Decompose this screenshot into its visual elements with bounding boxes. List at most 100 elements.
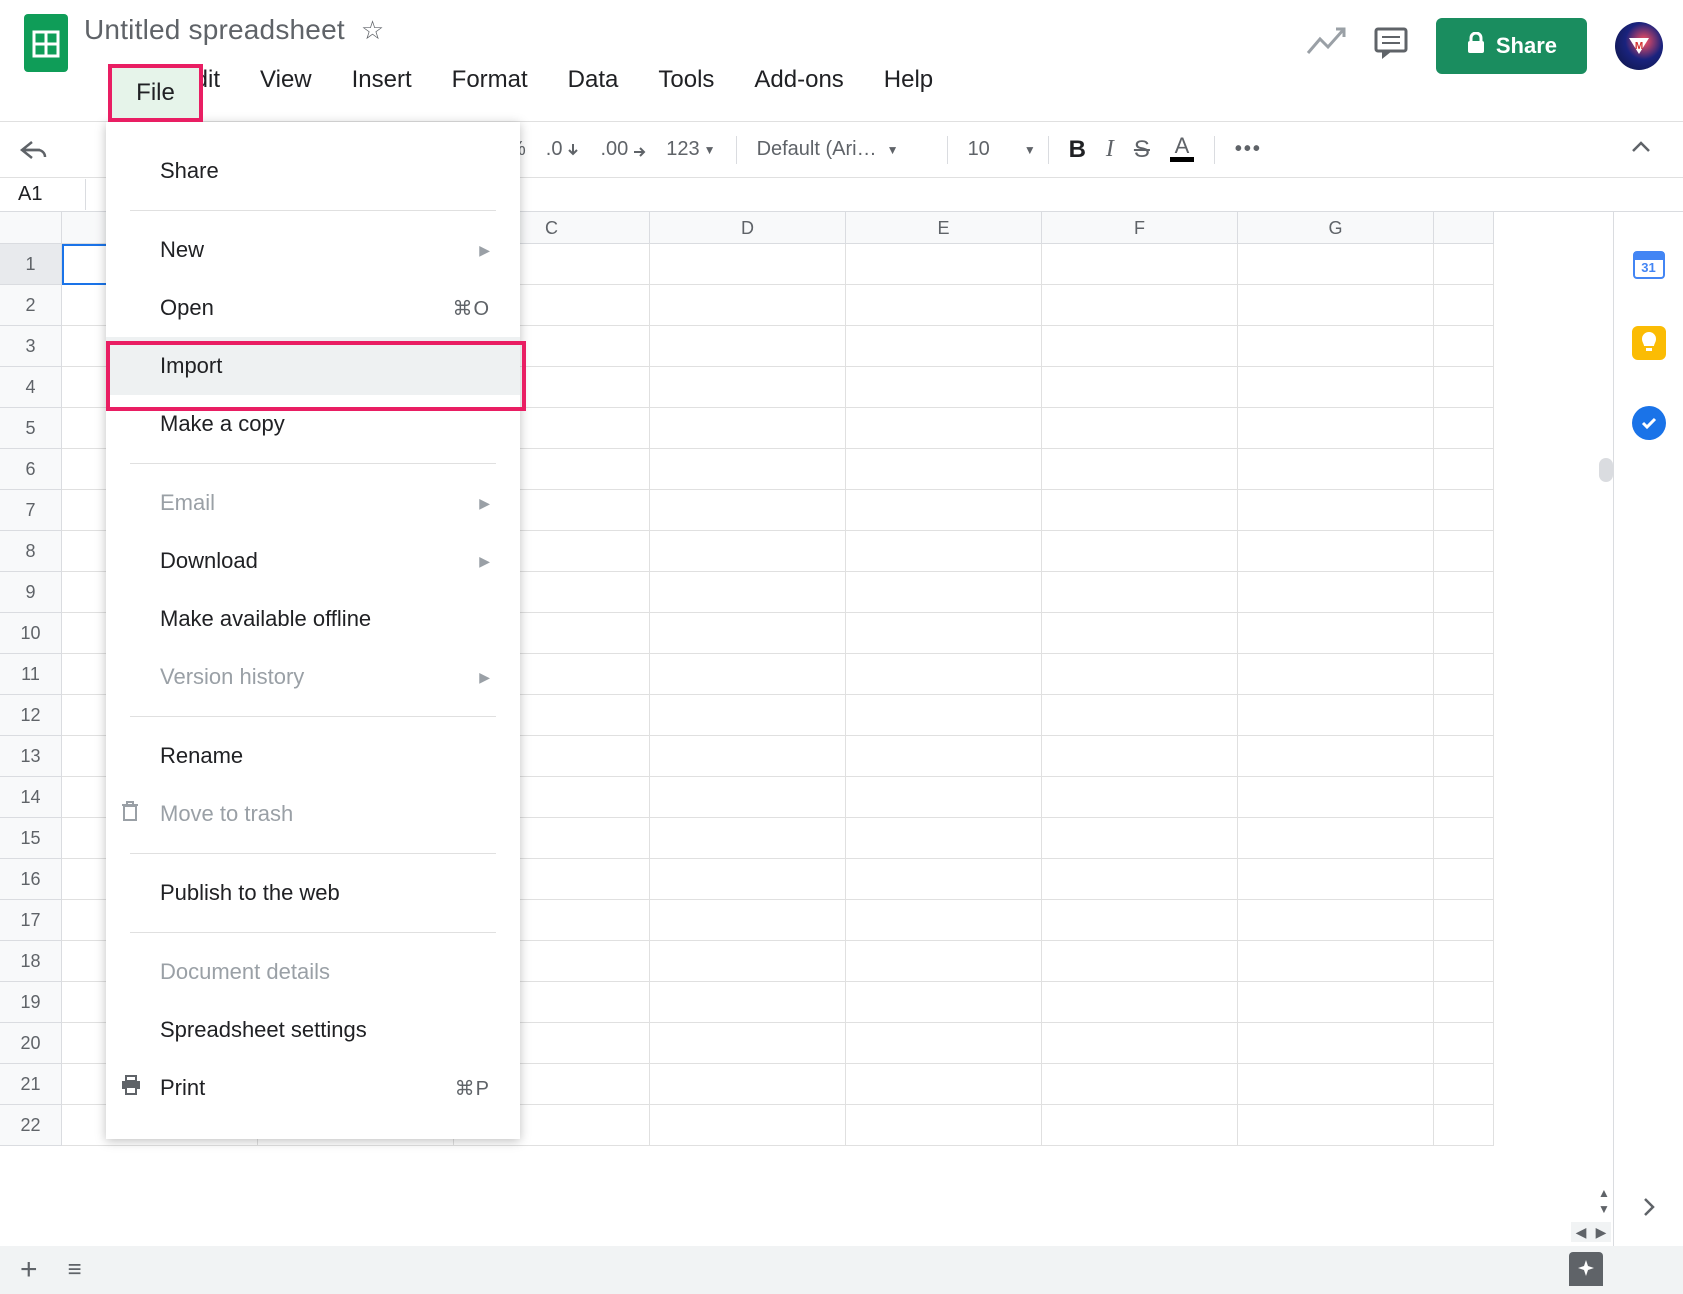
cell[interactable] [650, 941, 846, 982]
text-color-button[interactable]: A [1170, 137, 1194, 162]
row-header[interactable]: 20 [0, 1023, 62, 1064]
cell[interactable] [1042, 449, 1238, 490]
cell[interactable] [1238, 326, 1434, 367]
cell[interactable] [846, 1064, 1042, 1105]
cell[interactable] [1238, 777, 1434, 818]
cell[interactable] [1238, 941, 1434, 982]
column-header[interactable]: E [846, 212, 1042, 244]
cell[interactable] [846, 982, 1042, 1023]
menubar-format[interactable]: Format [436, 56, 544, 104]
bold-button[interactable]: B [1069, 136, 1086, 164]
cell[interactable] [1042, 572, 1238, 613]
menubar-add-ons[interactable]: Add-ons [738, 56, 859, 104]
row-header[interactable]: 10 [0, 613, 62, 654]
keep-icon[interactable] [1632, 326, 1666, 360]
row-header[interactable]: 3 [0, 326, 62, 367]
cell[interactable] [1434, 244, 1494, 285]
cell[interactable] [1238, 244, 1434, 285]
row-header[interactable]: 6 [0, 449, 62, 490]
cell[interactable] [846, 367, 1042, 408]
select-all-corner[interactable] [0, 212, 62, 244]
cell[interactable] [1238, 736, 1434, 777]
cell[interactable] [650, 490, 846, 531]
cell[interactable] [650, 408, 846, 449]
row-header[interactable]: 19 [0, 982, 62, 1023]
cell[interactable] [1238, 613, 1434, 654]
column-header[interactable]: D [650, 212, 846, 244]
font-size-select[interactable]: 10 ▼ [968, 138, 1028, 161]
cell[interactable] [1434, 900, 1494, 941]
cell[interactable] [1434, 695, 1494, 736]
cell[interactable] [1238, 695, 1434, 736]
row-header[interactable]: 14 [0, 777, 62, 818]
cell[interactable] [1042, 777, 1238, 818]
cell[interactable] [1042, 818, 1238, 859]
cell[interactable] [650, 695, 846, 736]
row-header[interactable]: 12 [0, 695, 62, 736]
menu-item-open[interactable]: Open⌘O [106, 279, 520, 337]
avatar[interactable]: M [1615, 22, 1663, 70]
cell[interactable] [1238, 572, 1434, 613]
cell[interactable] [846, 695, 1042, 736]
name-box[interactable]: A1 [0, 179, 86, 210]
cell[interactable] [846, 1023, 1042, 1064]
cell[interactable] [1434, 367, 1494, 408]
cell[interactable] [1434, 490, 1494, 531]
cell[interactable] [846, 408, 1042, 449]
explore-button[interactable] [1569, 1252, 1603, 1286]
font-family-select[interactable]: Default (Ari… ▼ [757, 138, 927, 161]
cell[interactable] [650, 613, 846, 654]
cell[interactable] [1042, 982, 1238, 1023]
cell[interactable] [1042, 531, 1238, 572]
cell[interactable] [1238, 1064, 1434, 1105]
cell[interactable] [1042, 900, 1238, 941]
cell[interactable] [846, 326, 1042, 367]
menu-item-import[interactable]: Import [106, 337, 520, 395]
cell[interactable] [1042, 613, 1238, 654]
strikethrough-button[interactable]: S [1134, 136, 1150, 164]
row-header[interactable]: 11 [0, 654, 62, 695]
vertical-scroll-arrows[interactable]: ▲▼ [1595, 1186, 1613, 1218]
menubar-help[interactable]: Help [868, 56, 949, 104]
collapse-toolbar-button[interactable] [1629, 138, 1653, 161]
calendar-icon[interactable]: 31 [1632, 246, 1666, 280]
cell[interactable] [1042, 695, 1238, 736]
tasks-icon[interactable] [1632, 406, 1666, 440]
cell[interactable] [1434, 777, 1494, 818]
number-format-button[interactable]: 123 ▼ [666, 138, 715, 161]
cell[interactable] [1042, 490, 1238, 531]
cell[interactable] [846, 941, 1042, 982]
row-header[interactable]: 9 [0, 572, 62, 613]
row-header[interactable]: 18 [0, 941, 62, 982]
cell[interactable] [846, 449, 1042, 490]
menu-item-new[interactable]: New▶ [106, 221, 520, 279]
cell[interactable] [1434, 285, 1494, 326]
cell[interactable] [1434, 408, 1494, 449]
cell[interactable] [846, 244, 1042, 285]
cell[interactable] [1238, 285, 1434, 326]
menubar-insert[interactable]: Insert [336, 56, 428, 104]
cell[interactable] [1434, 654, 1494, 695]
cell[interactable] [1434, 531, 1494, 572]
cell[interactable] [846, 736, 1042, 777]
row-header[interactable]: 2 [0, 285, 62, 326]
more-tools-button[interactable]: ••• [1235, 138, 1262, 161]
insights-icon[interactable] [1306, 27, 1346, 65]
cell[interactable] [650, 654, 846, 695]
cell[interactable] [846, 818, 1042, 859]
cell[interactable] [1238, 1105, 1434, 1146]
cell[interactable] [1434, 326, 1494, 367]
cell[interactable] [1042, 941, 1238, 982]
cell[interactable] [846, 285, 1042, 326]
row-header[interactable]: 22 [0, 1105, 62, 1146]
menu-item-share[interactable]: Share [106, 142, 520, 200]
cell[interactable] [650, 777, 846, 818]
file-menu-button-highlighted[interactable]: File [108, 64, 203, 122]
decrease-decimal-button[interactable]: .0 [546, 138, 581, 161]
cell[interactable] [1238, 531, 1434, 572]
cell[interactable] [650, 531, 846, 572]
cell[interactable] [1042, 326, 1238, 367]
menubar-data[interactable]: Data [552, 56, 635, 104]
cell[interactable] [650, 900, 846, 941]
cell[interactable] [1434, 736, 1494, 777]
